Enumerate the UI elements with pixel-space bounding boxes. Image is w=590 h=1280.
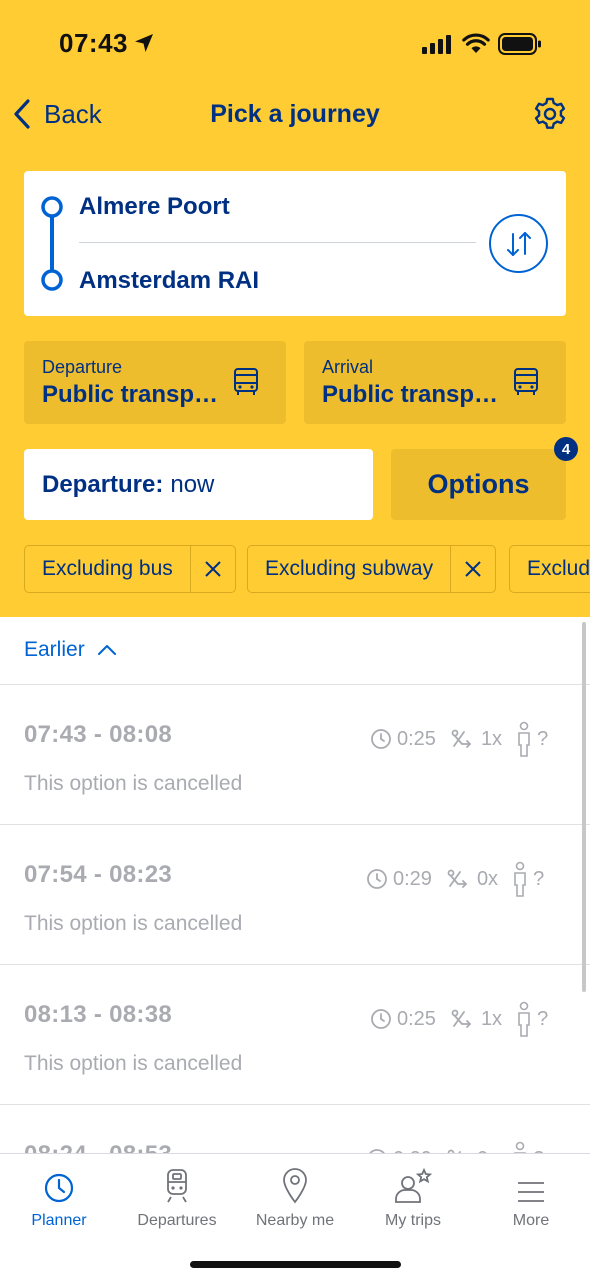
- clock-icon: [371, 1009, 391, 1029]
- clock-icon: [371, 729, 391, 749]
- crowd-forecast-icon: [518, 1001, 530, 1037]
- crowd-value: ?: [533, 867, 545, 890]
- transfers-value: 0x: [476, 867, 499, 890]
- tab-label: Nearby me: [255, 1212, 335, 1229]
- filter-chip-label: Excluding: [527, 557, 590, 580]
- earlier-label: Earlier: [24, 638, 85, 661]
- journey-meta: 0:25 1x?: [370, 721, 548, 757]
- arrival-mode-label: Arrival: [322, 357, 374, 377]
- filter-chips: Excluding bus Excluding subway Excluding: [24, 545, 590, 593]
- location-arrow-icon: [135, 34, 153, 52]
- filter-chip-label: Excluding bus: [42, 557, 173, 580]
- status-time: 07:43: [59, 28, 128, 58]
- journey-times: 07:43 - 08:08: [24, 721, 172, 748]
- crowd-forecast-icon: [514, 861, 526, 897]
- transfer-icon: [447, 869, 468, 888]
- tab-departures[interactable]: Departures: [118, 1154, 236, 1234]
- filter-chip-bus: Excluding bus: [24, 545, 236, 593]
- tab-label: More: [512, 1212, 550, 1229]
- departure-mode-selector[interactable]: Departure Public transport: [24, 341, 286, 424]
- train-icon: [167, 1169, 187, 1203]
- menu-icon: [518, 1182, 544, 1202]
- transfers: 1x: [450, 1008, 502, 1031]
- route-divider: [79, 242, 476, 243]
- route-card: Almere Poort Amsterdam RAI: [24, 171, 566, 316]
- wifi-icon: [462, 33, 490, 53]
- duration-value: 0:25: [397, 727, 436, 750]
- location-pin-icon: [283, 1168, 307, 1204]
- close-icon[interactable]: [450, 546, 495, 592]
- tab-label: Departures: [137, 1212, 217, 1229]
- transfer-icon: [451, 729, 472, 748]
- route-line-icon: [41, 196, 63, 291]
- swap-stations-button[interactable]: [489, 214, 548, 273]
- filter-chip-more: Excluding: [509, 545, 590, 593]
- options-button[interactable]: Options: [391, 449, 566, 520]
- gear-icon[interactable]: [532, 96, 568, 132]
- journey-row[interactable]: 08:13 - 08:38 0:25 1x? This option is cance…: [0, 965, 590, 1105]
- transfer-icon: [451, 1009, 472, 1028]
- duration: 0:25: [370, 1008, 436, 1031]
- journey-times: 07:54 - 08:23: [24, 861, 172, 888]
- from-station[interactable]: Almere Poort: [79, 193, 230, 221]
- duration-value: 0:29: [393, 867, 432, 890]
- crowd-value: ?: [537, 1007, 549, 1030]
- journey-row[interactable]: 07:43 - 08:08 0:25 1x? This option is cance…: [0, 685, 590, 825]
- crowd-forecast: ?: [512, 861, 544, 897]
- departure-time-value: now: [170, 470, 215, 498]
- filter-chip-label: Excluding subway: [265, 557, 434, 580]
- header: 07:43 Back Pick a journey Almere Poort A…: [0, 0, 590, 617]
- departure-time-selector[interactable]: Departure: now: [24, 449, 373, 520]
- duration-value: 0:25: [397, 1007, 436, 1030]
- bus-icon: [514, 368, 538, 395]
- duration: 0:25: [370, 728, 436, 751]
- journey-meta: 0:25 1x?: [370, 1001, 548, 1037]
- transfers: 0x: [446, 868, 498, 891]
- battery-icon: [498, 33, 541, 55]
- swap-arrows-icon: [506, 231, 531, 256]
- transfers: 1x: [450, 728, 502, 751]
- crowd-value: ?: [537, 727, 549, 750]
- home-indicator: [190, 1261, 401, 1268]
- options-count-badge: 4: [554, 437, 578, 461]
- arrival-mode-selector[interactable]: Arrival Public transport: [304, 341, 566, 424]
- chevron-up-icon: [97, 645, 116, 655]
- tab-planner[interactable]: Planner: [0, 1154, 118, 1234]
- journey-note: This option is cancelled: [24, 1052, 243, 1075]
- chevron-left-icon: [14, 99, 30, 129]
- tab-label: Planner: [31, 1212, 87, 1229]
- bus-icon: [234, 368, 258, 395]
- tab-label: My trips: [385, 1212, 441, 1229]
- scrollbar[interactable]: [582, 622, 586, 992]
- departure-time-label: Departure:: [42, 470, 164, 498]
- tab-nearby-me[interactable]: Nearby me: [236, 1154, 354, 1234]
- person-star-icon: [395, 1168, 433, 1203]
- close-icon[interactable]: [189, 546, 235, 592]
- tab-my-trips[interactable]: My trips: [354, 1154, 472, 1234]
- back-label: Back: [44, 98, 102, 129]
- to-station[interactable]: Amsterdam RAI: [79, 267, 259, 295]
- journey-note: This option is cancelled: [24, 912, 243, 935]
- journey-meta: 0:29 0x?: [366, 861, 544, 897]
- journey-row[interactable]: 07:54 - 08:23 0:29 0x? This option is cance…: [0, 825, 590, 965]
- arrival-mode-value: Public transport: [322, 381, 500, 408]
- crowd-forecast: ?: [516, 721, 548, 757]
- departure-mode-value: Public transport: [42, 381, 220, 408]
- earlier-button[interactable]: Earlier: [24, 638, 117, 662]
- transfers-value: 1x: [480, 727, 503, 750]
- clock-icon: [367, 869, 387, 889]
- departure-mode-label: Departure: [42, 357, 123, 377]
- signal-icon: [422, 35, 451, 54]
- tab-more[interactable]: More: [472, 1154, 590, 1234]
- journey-note: This option is cancelled: [24, 772, 243, 795]
- crowd-forecast-icon: [518, 721, 530, 757]
- clock-icon: [44, 1173, 74, 1203]
- journey-times: 08:13 - 08:38: [24, 1001, 172, 1028]
- transfers-value: 1x: [480, 1007, 503, 1030]
- back-button[interactable]: Back: [12, 96, 102, 132]
- duration: 0:29: [366, 868, 432, 891]
- crowd-forecast: ?: [516, 1001, 548, 1037]
- filter-chip-subway: Excluding subway: [247, 545, 496, 593]
